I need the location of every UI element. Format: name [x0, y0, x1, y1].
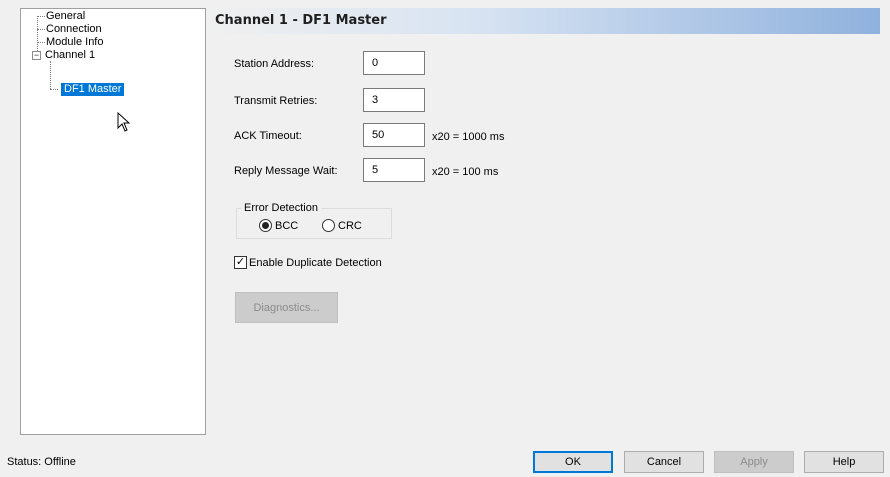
bcc-label[interactable]: BCC [275, 220, 298, 232]
duplicate-detection-checkbox[interactable]: ✓ [234, 256, 247, 269]
crc-label[interactable]: CRC [338, 220, 362, 232]
ack-timeout-input[interactable]: 50 [363, 123, 425, 147]
station-address-label: Station Address: [234, 58, 315, 70]
ack-timeout-unit: x20 = 1000 ms [432, 131, 505, 143]
reply-message-wait-unit: x20 = 100 ms [432, 166, 499, 178]
page-header: Channel 1 - DF1 Master [210, 8, 880, 34]
reply-message-wait-label: Reply Message Wait: [234, 165, 338, 177]
crc-radio[interactable] [322, 219, 335, 232]
help-button[interactable]: Help [804, 451, 884, 473]
bcc-radio[interactable] [259, 219, 272, 232]
radio-selected-dot [262, 222, 269, 229]
tree-item-df1-master[interactable]: DF1 Master [61, 83, 125, 96]
tree-item-channel-1[interactable]: Channel 1 [45, 49, 95, 62]
duplicate-detection-label[interactable]: Enable Duplicate Detection [249, 257, 382, 269]
transmit-retries-label: Transmit Retries: [234, 95, 318, 107]
mouse-cursor-icon [117, 112, 131, 132]
status-text: Status: Offline [7, 456, 76, 468]
apply-button[interactable]: Apply [714, 451, 794, 473]
tree-item-connection[interactable]: Connection [46, 23, 102, 36]
navigation-tree[interactable]: General Connection Module Info − Channel… [20, 8, 206, 435]
page-title: Channel 1 - DF1 Master [215, 13, 387, 28]
collapse-icon[interactable]: − [32, 51, 41, 60]
tree-item-module-info[interactable]: Module Info [46, 36, 103, 49]
station-address-input[interactable]: 0 [363, 51, 425, 75]
reply-message-wait-input[interactable]: 5 [363, 158, 425, 182]
ack-timeout-label: ACK Timeout: [234, 130, 302, 142]
transmit-retries-input[interactable]: 3 [363, 88, 425, 112]
ok-button[interactable]: OK [533, 451, 613, 473]
diagnostics-button[interactable]: Diagnostics... [235, 292, 338, 323]
tree-item-general[interactable]: General [46, 10, 85, 23]
cancel-button[interactable]: Cancel [624, 451, 704, 473]
module-properties-dialog: General Connection Module Info − Channel… [0, 0, 890, 477]
error-detection-legend: Error Detection [241, 202, 321, 214]
